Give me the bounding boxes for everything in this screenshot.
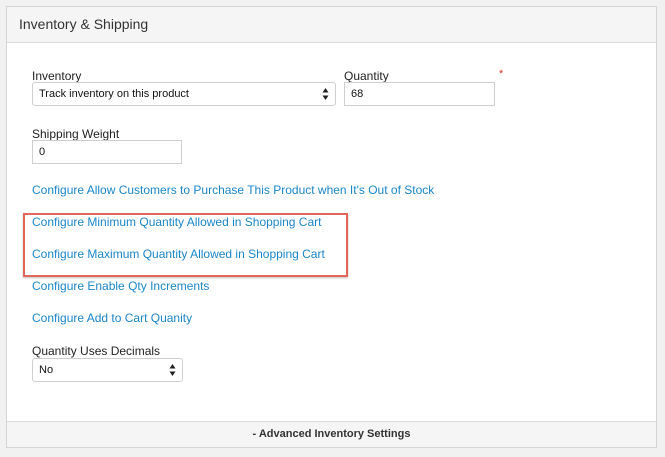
panel-title: Inventory & Shipping xyxy=(19,16,149,32)
inventory-shipping-panel: Inventory & Shipping Inventory Track inv… xyxy=(6,6,657,448)
inventory-select-value: Track inventory on this product xyxy=(39,88,189,100)
advanced-inventory-settings-toggle[interactable]: - Advanced Inventory Settings xyxy=(253,428,411,440)
inventory-select[interactable]: Track inventory on this product xyxy=(32,82,336,106)
inventory-label: Inventory xyxy=(32,69,82,83)
shipping-weight-value: 0 xyxy=(39,146,46,158)
quantity-input[interactable]: 68 xyxy=(344,82,495,106)
required-indicator: * xyxy=(499,68,504,80)
qty-decimals-select-value: No xyxy=(39,364,54,376)
configure-out-of-stock-link[interactable]: Configure Allow Customers to Purchase Th… xyxy=(32,183,434,197)
configure-min-qty-link[interactable]: Configure Minimum Quantity Allowed in Sh… xyxy=(32,215,321,229)
updown-arrows-icon xyxy=(169,364,176,376)
shipping-weight-label: Shipping Weight xyxy=(32,127,120,141)
advanced-settings-footer: - Advanced Inventory Settings xyxy=(7,421,656,447)
updown-arrows-icon xyxy=(322,88,329,100)
shipping-weight-input[interactable]: 0 xyxy=(32,140,182,164)
configure-max-qty-link[interactable]: Configure Maximum Quantity Allowed in Sh… xyxy=(32,247,325,261)
quantity-label: Quantity xyxy=(344,69,389,83)
configure-add-to-cart-qty-link[interactable]: Configure Add to Cart Quanity xyxy=(32,311,192,325)
configure-qty-increments-link[interactable]: Configure Enable Qty Increments xyxy=(32,279,209,293)
panel-header: Inventory & Shipping xyxy=(7,7,656,43)
quantity-value: 68 xyxy=(351,88,364,100)
qty-decimals-label: Quantity Uses Decimals xyxy=(32,344,161,358)
qty-decimals-select[interactable]: No xyxy=(32,358,183,382)
